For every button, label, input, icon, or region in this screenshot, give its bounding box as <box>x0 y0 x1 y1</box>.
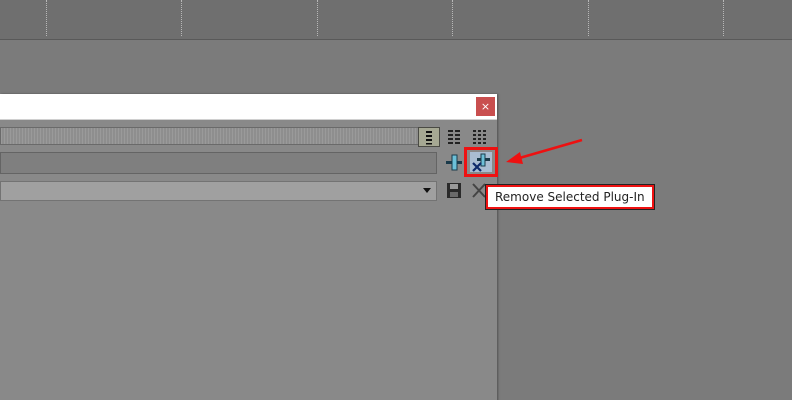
add-plugin-button[interactable] <box>443 152 465 172</box>
window-titlebar[interactable]: × <box>0 94 497 120</box>
annotation-highlight-box <box>464 147 498 177</box>
view-list-button[interactable] <box>418 127 440 147</box>
plugin-chooser-window: × <box>0 94 497 400</box>
view-grid-button[interactable] <box>469 127 491 147</box>
view-grid-icon <box>473 130 486 144</box>
ruler-tick <box>588 0 589 36</box>
view-columns-button[interactable] <box>443 127 465 147</box>
ruler-tick <box>181 0 182 36</box>
preset-dropdown[interactable] <box>0 181 437 201</box>
tooltip: Remove Selected Plug-In <box>485 184 655 210</box>
annotation-arrow-icon <box>506 138 583 164</box>
ruler-tick <box>46 0 47 36</box>
ruler-tick <box>452 0 453 36</box>
plugin-chain-field[interactable] <box>0 152 437 174</box>
close-button[interactable]: × <box>476 97 495 116</box>
view-columns-icon <box>448 130 460 144</box>
chevron-down-icon <box>423 188 431 193</box>
close-icon: × <box>480 100 491 113</box>
save-preset-button[interactable] <box>443 181 465 201</box>
add-plugin-icon <box>446 154 462 171</box>
timeline-ruler <box>0 0 792 40</box>
ruler-tick <box>723 0 724 36</box>
ruler-tick <box>317 0 318 36</box>
plugin-chain-strip[interactable] <box>0 127 437 145</box>
save-icon <box>447 183 461 198</box>
view-list-icon <box>426 131 432 145</box>
